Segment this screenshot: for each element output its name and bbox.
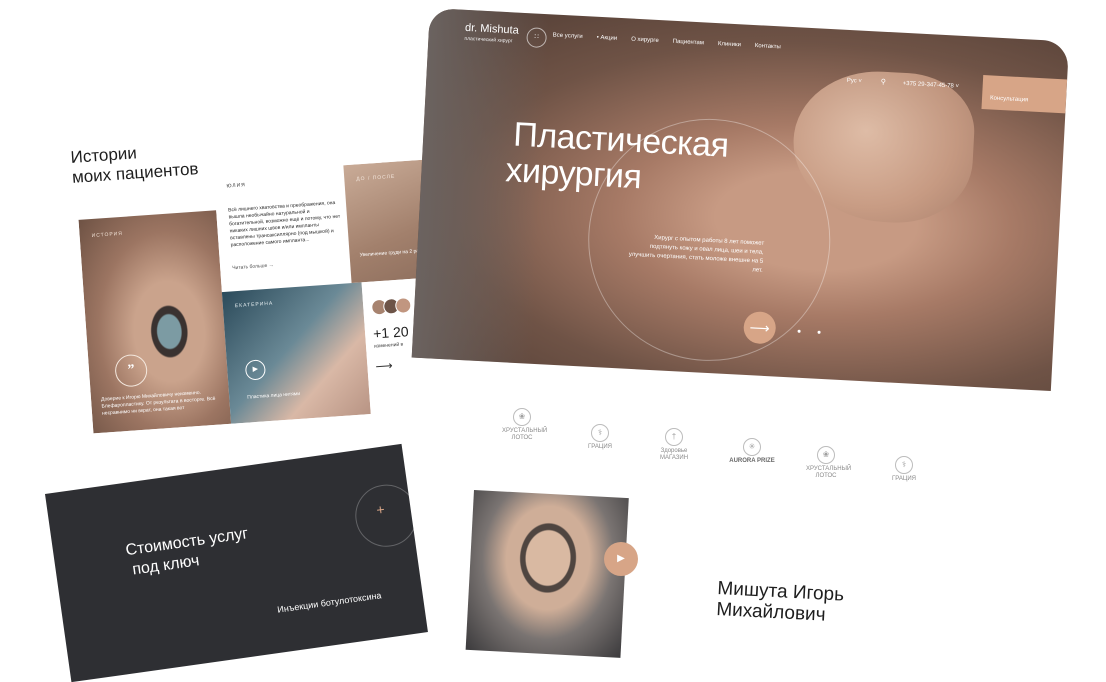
- partner-name: AURORA PRIZE: [729, 458, 775, 464]
- quote-icon: ”: [114, 353, 149, 388]
- search-icon[interactable]: ⚲: [881, 78, 887, 86]
- language-select[interactable]: Рус ˅: [847, 78, 862, 85]
- stories-count-label: изменений в: [373, 341, 404, 350]
- story-card-blepharoplasty[interactable]: ИСТОРИЯ ” Доверие к Игорю Михайловичу не…: [78, 210, 232, 434]
- hero-description: Хирург с опытом работы 8 лет поможет под…: [628, 235, 765, 274]
- star-icon: ✳: [743, 438, 761, 456]
- nav-item-promotions[interactable]: • Акции: [596, 35, 617, 42]
- nav-item-clinics[interactable]: Клиники: [718, 41, 741, 48]
- hero-title: Пластическая хирургия: [505, 116, 730, 200]
- price-list-item[interactable]: Инъекции ботулотоксина: [277, 590, 382, 615]
- partner-name: Здоровье МАГАЗИН: [659, 448, 689, 461]
- patient-stories-grid: ИСТОРИЯ ” Доверие к Игорю Михайловичу не…: [76, 158, 463, 434]
- prices-section: Стоимость услуг под ключ + Инъекции боту…: [45, 443, 428, 682]
- story-tag: ЕКАТЕРИНА: [234, 300, 274, 310]
- story-card-face-video[interactable]: ЕКАТЕРИНА ▶ Пластика лица нитями: [221, 282, 371, 424]
- partner-logo: ❀ ХРУСТАЛЬНЫЙ ЛОТОС: [806, 446, 852, 480]
- nav-item-patients[interactable]: Пациентам: [673, 39, 705, 47]
- story-caption: Пластика лица нитями: [247, 390, 301, 401]
- nav-item-services[interactable]: Все услуги: [553, 32, 583, 40]
- story-tag: ИСТОРИЯ: [91, 230, 124, 240]
- lotus-icon: ❀: [513, 408, 531, 426]
- prices-expand-ring[interactable]: [351, 480, 422, 551]
- prices-heading: Стоимость услуг под ключ: [124, 524, 252, 581]
- partner-name: ХРУСТАЛЬНЫЙ ЛОТОС: [502, 428, 548, 441]
- caduceus-icon: ⚕: [591, 424, 609, 442]
- stories-count: +1 20: [372, 323, 410, 342]
- needle-icon: †: [665, 428, 683, 446]
- partner-logo: ⚕ ГРАЦИЯ: [884, 456, 924, 483]
- avatar: [394, 296, 412, 315]
- story-text: Всё лишнего хватовства и преображения, о…: [228, 199, 341, 249]
- doctor-name: Мишута Игорь Михайлович: [716, 578, 845, 627]
- partner-name: ГРАЦИЯ: [892, 476, 916, 482]
- story-tag: ДО / ПОСЛЕ: [356, 173, 396, 183]
- avatar-stack: [370, 296, 412, 321]
- partner-name: ХРУСТАЛЬНЫЙ ЛОТОС: [806, 466, 852, 479]
- play-icon[interactable]: ▶: [244, 359, 267, 381]
- partner-logo: † Здоровье МАГАЗИН: [654, 428, 694, 462]
- partner-logo: ✳ AURORA PRIZE: [726, 438, 778, 465]
- play-video-button[interactable]: ▶: [604, 542, 638, 576]
- nav-item-about[interactable]: О хирурге: [631, 37, 659, 44]
- partner-logo: ⚕ ГРАЦИЯ: [580, 424, 620, 451]
- main-nav: Все услуги • Акции О хирурге Пациентам К…: [553, 32, 781, 50]
- partner-name: ГРАЦИЯ: [588, 444, 612, 450]
- story-author: ЮЛИЯ: [226, 182, 247, 190]
- partner-logo: ❀ ХРУСТАЛЬНЫЙ ЛОТОС: [502, 408, 548, 442]
- consultation-button[interactable]: Консультация: [981, 75, 1068, 114]
- hero-section: dr. Mishuta пластический хирург ∷ Все ус…: [411, 8, 1070, 392]
- read-more-link[interactable]: Читать больше →: [232, 262, 274, 271]
- doctor-photo: [465, 490, 629, 658]
- lotus-icon: ❀: [817, 446, 835, 464]
- nav-item-contacts[interactable]: Контакты: [755, 43, 781, 50]
- arrow-right-icon[interactable]: ⟶: [375, 358, 393, 373]
- caduceus-icon: ⚕: [895, 456, 913, 474]
- slider-dot[interactable]: [797, 329, 801, 333]
- slider-dot[interactable]: [817, 330, 821, 334]
- story-card-text[interactable]: ЮЛИЯ Всё лишнего хватовства и преображен…: [213, 165, 352, 293]
- story-caption: Доверие к Игорю Михайловичу неизменно. Б…: [100, 389, 216, 417]
